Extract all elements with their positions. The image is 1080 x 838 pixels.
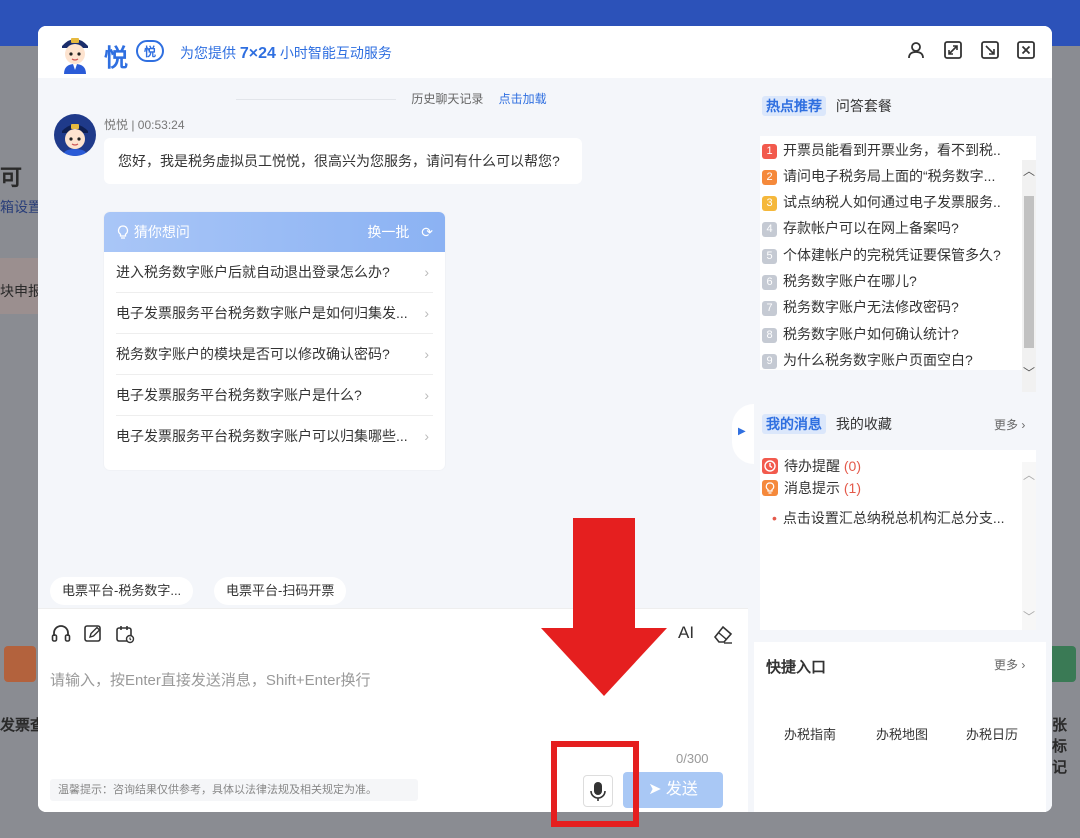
messages-more-link[interactable]: 更多 › — [994, 416, 1025, 433]
chevron-right-icon: › — [424, 346, 429, 362]
hot-item[interactable]: 2 请问电子税务局上面的“税务数字... — [762, 166, 1002, 186]
background-link: 箱设置 — [0, 199, 42, 215]
hot-item[interactable]: 3 试点纳税人如何通过电子发票服务... — [762, 192, 1002, 212]
hot-item[interactable]: 8 税务数字账户如何确认统计? — [762, 324, 1002, 344]
annotation-highlight-box — [551, 741, 639, 827]
bulb-notice-icon — [762, 480, 778, 496]
suggestions-title: 猜你想问 — [133, 224, 190, 240]
suggestion-item[interactable]: 电子发票服务平台税务数字账户是什么? › — [116, 375, 433, 416]
assistant-avatar-icon — [62, 124, 88, 156]
suggestion-item[interactable]: 税务数字账户的模块是否可以修改确认密码? › — [116, 334, 433, 375]
hot-item[interactable]: 4 存款帐户可以在网上备案吗? — [762, 218, 1002, 238]
suggestion-item[interactable]: 电子发票服务平台税务数字账户可以归集哪些... › — [116, 416, 433, 456]
message-list — [760, 450, 1036, 630]
refresh-icon: ⟳ — [421, 224, 433, 240]
bot-avatar — [54, 114, 96, 156]
scroll-down-icon[interactable]: ﹀ — [1023, 364, 1035, 381]
quick-more-link[interactable]: 更多 › — [994, 656, 1025, 673]
minimize-icon[interactable] — [980, 40, 1000, 60]
quick-chip[interactable]: 电票平台-扫码开票 — [214, 577, 347, 605]
edit-icon[interactable] — [82, 623, 104, 645]
close-icon[interactable] — [1016, 40, 1036, 60]
assistant-avatar-icon — [62, 38, 88, 74]
suggestion-item[interactable]: 电子发票服务平台税务数字账户是如何归集发... › — [116, 293, 433, 334]
suggestions-header: 猜你想问 换一批 ⟳ — [104, 212, 445, 252]
hot-item[interactable]: 6 税务数字账户在哪儿? — [762, 271, 1002, 291]
tab-favorites[interactable]: 我的收藏 — [836, 416, 892, 432]
scroll-up-icon[interactable]: ︿ — [1023, 162, 1035, 179]
quick-link-calendar[interactable]: 办税日历 — [966, 724, 1018, 743]
history-label: 历史聊天记录 — [411, 92, 484, 106]
history-divider: 历史聊天记录 点击加载 — [38, 90, 748, 107]
tab-hot[interactable]: 热点推荐 — [762, 96, 826, 116]
quick-link-guide[interactable]: 办税指南 — [784, 724, 836, 743]
message-input[interactable]: 请输入，按Enter直接发送消息，Shift+Enter换行 — [50, 669, 370, 690]
calendar-icon[interactable] — [114, 623, 136, 645]
logo-badge: 悦 — [136, 40, 164, 62]
hot-scrollbar[interactable]: ︿ ﹀ — [1022, 160, 1036, 392]
disclaimer-tip: 温馨提示：咨询结果仅供参考，具体以法律法规及相关规定为准。 — [50, 779, 418, 801]
todo-reminder[interactable]: 待办提醒 (0) — [762, 456, 861, 476]
hot-tabs: 热点推荐 问答套餐 — [762, 96, 892, 116]
tab-my-messages[interactable]: 我的消息 — [762, 414, 826, 434]
font-size-button[interactable]: AI — [678, 623, 694, 643]
headset-icon[interactable] — [50, 623, 72, 645]
dialog-header: 悦 悦 为您提供 7×24 小时智能互动服务 — [38, 26, 1052, 78]
background-text: 可 — [0, 165, 23, 190]
scroll-thumb[interactable] — [1024, 196, 1034, 348]
collapse-panel-toggle[interactable]: ▶ — [732, 404, 754, 464]
hot-item[interactable]: 1 开票员能看到开票业务，看不到税... — [762, 140, 1002, 160]
chevron-right-icon: › — [424, 264, 429, 280]
bullet-dot-icon: • — [772, 510, 777, 526]
chat-area: 历史聊天记录 点击加载 悦悦 | 00:53:24 您好，我是税务虚拟员工悦悦，… — [38, 78, 748, 608]
quick-link-map[interactable]: 办税地图 — [876, 724, 928, 743]
right-panel: ▶ 热点推荐 问答套餐 1 开票员能看到开票业务，看不到税... 2 请问电子税务局… — [732, 78, 1052, 812]
hot-item[interactable]: 5 个体建帐户的完税凭证要保管多久? — [762, 245, 1002, 265]
annotation-arrow — [573, 518, 635, 630]
scroll-up-icon[interactable]: ︿ — [1023, 466, 1035, 483]
load-history-link[interactable]: 点击加载 — [499, 92, 547, 106]
quick-entry-title: 快捷入口 — [766, 659, 827, 676]
chevron-right-icon: › — [424, 428, 429, 444]
quick-chip[interactable]: 电票平台-税务数字... — [50, 577, 194, 605]
service-tagline: 为您提供 7×24 小时智能互动服务 — [180, 45, 392, 62]
expand-icon[interactable] — [943, 40, 963, 60]
message-tabs: 我的消息 我的收藏 — [762, 414, 892, 434]
char-counter: 0/300 — [676, 751, 709, 766]
hot-item[interactable]: 9 为什么税务数字账户页面空白? — [762, 350, 1002, 370]
scroll-down-icon[interactable]: ﹀ — [1023, 608, 1035, 625]
user-icon[interactable] — [906, 40, 926, 60]
refresh-suggestions-button[interactable]: 换一批 ⟳ — [367, 212, 433, 252]
bot-message: 您好，我是税务虚拟员工悦悦，很高兴为您服务，请问有什么可以帮您? — [104, 138, 582, 184]
message-notice[interactable]: 消息提示 (1) — [762, 478, 861, 498]
background-text: 张标记 — [1052, 717, 1068, 776]
tab-qa[interactable]: 问答套餐 — [836, 98, 892, 114]
background-app-icon — [4, 646, 36, 682]
hot-item[interactable]: 7 税务数字账户无法修改密码? — [762, 297, 1002, 317]
logo-text: 悦 — [104, 45, 128, 72]
message-scrollbar[interactable]: ︿ ﹀ — [1022, 462, 1036, 630]
lightbulb-icon — [117, 225, 129, 239]
notice-item[interactable]: • 点击设置汇总纳税总机构汇总分支... — [772, 508, 1005, 528]
background-text: 块申报 — [0, 283, 42, 299]
chevron-right-icon: › — [424, 305, 429, 321]
clock-icon — [762, 458, 778, 474]
suggestion-item[interactable]: 进入税务数字账户后就自动退出登录怎么办? › — [116, 252, 433, 293]
eraser-icon[interactable] — [712, 623, 734, 645]
message-meta: 悦悦 | 00:53:24 — [104, 118, 185, 132]
annotation-arrow-head — [541, 628, 667, 696]
caret-right-icon: ▶ — [738, 426, 746, 437]
send-icon: ➤ — [648, 781, 662, 798]
suggestions-card: 猜你想问 换一批 ⟳ 进入税务数字账户后就自动退出登录怎么办? › 电子发票服务平… — [104, 212, 445, 470]
chevron-right-icon: › — [424, 387, 429, 403]
